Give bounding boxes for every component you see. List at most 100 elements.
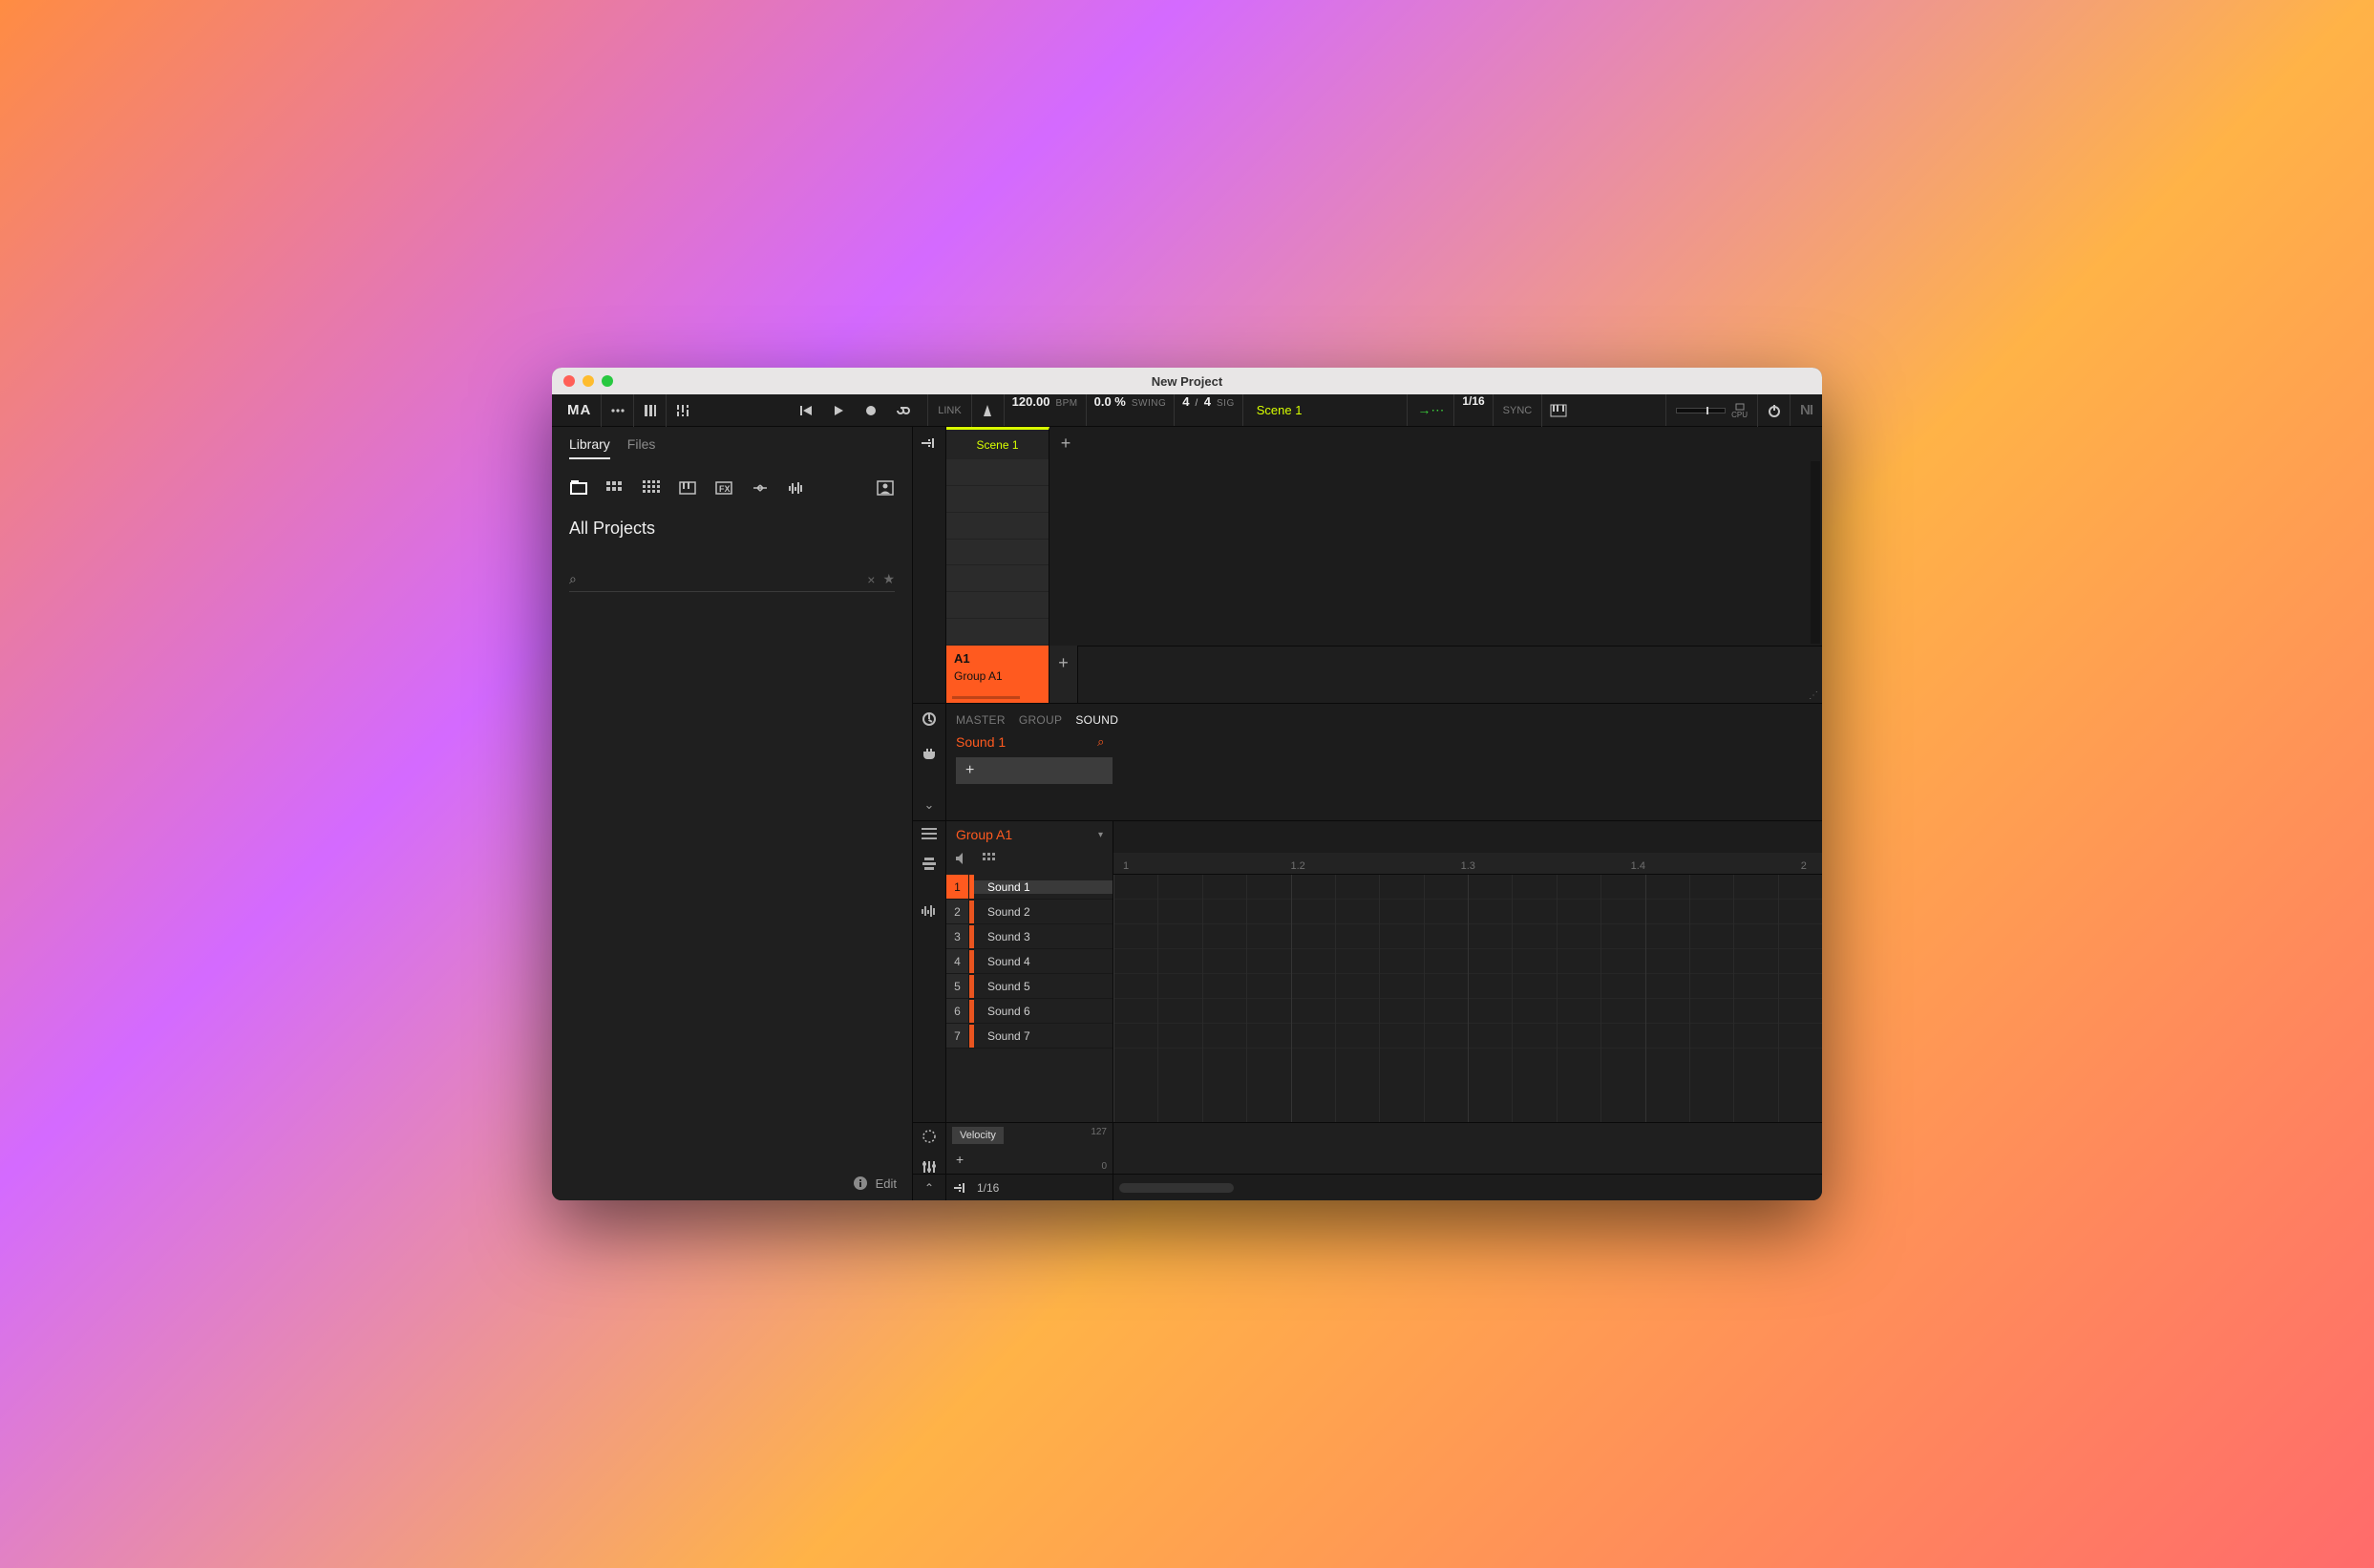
sound-row-2[interactable]: 2Sound 2: [946, 900, 1113, 924]
arranger-gutter-button[interactable]: [913, 427, 946, 459]
editor-hscroll[interactable]: [1119, 1183, 1234, 1193]
timesig-label: SIG: [1217, 398, 1235, 409]
menu-button[interactable]: [601, 394, 633, 427]
svg-text:FX: FX: [719, 484, 731, 494]
plugin-strip: ⌄ MASTER GROUP SOUND Sound 1 ⌕ +: [913, 704, 1822, 821]
filter-sounds-icon[interactable]: [642, 478, 661, 498]
footer-grid-value[interactable]: 1/16: [977, 1181, 999, 1195]
sound-color-bar: [969, 949, 974, 973]
rewind-button[interactable]: [790, 394, 822, 427]
mute-icon[interactable]: [956, 852, 969, 869]
cpu-meter: CPU: [1665, 394, 1757, 426]
grid-snap-icon[interactable]: [954, 1182, 967, 1194]
ruler-1-4: 1.4: [1631, 860, 1645, 872]
filter-groups-icon[interactable]: [605, 478, 625, 498]
current-sound-name[interactable]: Sound 1: [956, 734, 1006, 750]
sound-row-1[interactable]: 1Sound 1: [946, 875, 1113, 900]
arranger-resize-icon[interactable]: ⋰: [1809, 690, 1818, 701]
power-button[interactable]: [1757, 394, 1790, 427]
sound-search-icon[interactable]: ⌕: [1097, 734, 1104, 750]
sound-name: Sound 5: [974, 980, 1113, 993]
add-group-button[interactable]: +: [1049, 646, 1078, 703]
sound-list: 1Sound 12Sound 23Sound 34 Sound 4 5Sound 5…: [946, 875, 1113, 1122]
tab-group[interactable]: GROUP: [1019, 713, 1063, 727]
filter-user-icon[interactable]: [876, 478, 895, 498]
loop-button[interactable]: [887, 394, 920, 427]
window-controls: [552, 375, 613, 387]
sound-color-bar: [969, 999, 974, 1023]
mixer-toggle-button[interactable]: [666, 394, 698, 427]
search-input[interactable]: [584, 572, 859, 586]
collapse-plugin-icon[interactable]: ⌄: [924, 797, 935, 813]
timeline-ruler[interactable]: 1 1.2 1.3 1.4 2: [1113, 853, 1822, 874]
view-pads-icon[interactable]: [922, 858, 936, 876]
scene-header-1[interactable]: Scene 1: [946, 427, 1049, 459]
timesig-num: 4: [1182, 394, 1189, 409]
timesig-sep: /: [1195, 398, 1198, 409]
sound-index: 3: [946, 924, 969, 948]
sound-name: Sound 4: [974, 955, 1113, 968]
tempo-display[interactable]: 120.00BPM: [1004, 394, 1086, 426]
modulation-icon[interactable]: [922, 1129, 937, 1149]
sound-row-5[interactable]: 5Sound 5: [946, 974, 1113, 999]
sound-row-3[interactable]: 3Sound 3: [946, 924, 1113, 949]
close-window-button[interactable]: [563, 375, 575, 387]
filter-samples-icon[interactable]: [787, 478, 806, 498]
quick-browse-icon[interactable]: [922, 711, 937, 730]
cpu-label: CPU: [1731, 412, 1748, 419]
pattern-header-empty[interactable]: [1113, 821, 1822, 853]
app-window: New Project MA LINK 120.00BPM 0.0 %SWING…: [552, 368, 1822, 1200]
step-grid[interactable]: [1113, 875, 1822, 1122]
edit-button[interactable]: Edit: [876, 1176, 897, 1191]
play-button[interactable]: [822, 394, 855, 427]
filter-instruments-icon[interactable]: [678, 478, 697, 498]
view-wave-icon[interactable]: [922, 904, 937, 922]
sound-index: 4: [946, 949, 969, 973]
filter-projects-icon[interactable]: [569, 478, 588, 498]
grid-value: 1/16: [1462, 394, 1484, 408]
group-dropdown-icon[interactable]: ▾: [1098, 830, 1103, 840]
favorites-toggle[interactable]: ★: [882, 571, 895, 587]
sound-row-6[interactable]: 6Sound 6: [946, 999, 1113, 1024]
group-a1-cell[interactable]: A1 Group A1: [946, 646, 1049, 703]
zoom-window-button[interactable]: [602, 375, 613, 387]
velocity-grid[interactable]: [1113, 1123, 1822, 1174]
tab-sound[interactable]: SOUND: [1075, 713, 1118, 727]
pattern-column[interactable]: [946, 459, 1049, 646]
search-clear-button[interactable]: ×: [867, 572, 875, 587]
keyboard-button[interactable]: [1541, 394, 1574, 427]
plugin-icon[interactable]: [922, 747, 937, 763]
view-list-icon[interactable]: [922, 827, 937, 844]
sound-color-bar: [969, 974, 974, 998]
tab-master[interactable]: MASTER: [956, 713, 1006, 727]
velocity-label[interactable]: Velocity: [952, 1127, 1004, 1144]
browser-toggle-button[interactable]: [633, 394, 666, 427]
tab-library[interactable]: Library: [569, 436, 610, 459]
sync-button[interactable]: SYNC: [1493, 394, 1542, 426]
filter-loops-icon[interactable]: [751, 478, 770, 498]
sound-row-7[interactable]: 7Sound 7: [946, 1024, 1113, 1049]
grid-display[interactable]: 1/16: [1453, 394, 1492, 426]
browser-panel: Library Files FX All Projects ⌕ × ★: [552, 427, 913, 1200]
minimize-window-button[interactable]: [583, 375, 594, 387]
swing-display[interactable]: 0.0 %SWING: [1086, 394, 1175, 426]
arranger-vscroll[interactable]: [1811, 461, 1820, 644]
follow-button[interactable]: →⋯: [1407, 394, 1453, 426]
add-lane-button[interactable]: +: [956, 1152, 964, 1167]
tab-files[interactable]: Files: [627, 436, 656, 457]
pattern-gutter: [913, 459, 946, 646]
editor-group-name[interactable]: Group A1: [956, 827, 1012, 842]
expand-footer-icon[interactable]: ⌃: [924, 1181, 934, 1195]
record-button[interactable]: [855, 394, 887, 427]
add-plugin-slot[interactable]: +: [956, 757, 1113, 784]
link-button[interactable]: LINK: [927, 394, 970, 426]
filter-fx-icon[interactable]: FX: [714, 478, 733, 498]
timesig-display[interactable]: 4 / 4 SIG: [1174, 394, 1241, 426]
metronome-button[interactable]: [971, 394, 1004, 427]
info-icon[interactable]: [853, 1176, 868, 1191]
add-scene-button[interactable]: +: [1049, 427, 1082, 459]
scene-display[interactable]: Scene 1: [1242, 394, 1316, 426]
transport: [790, 394, 927, 426]
sound-row-4[interactable]: 4 Sound 4: [946, 949, 1113, 974]
pad-grid-icon[interactable]: [983, 852, 996, 869]
